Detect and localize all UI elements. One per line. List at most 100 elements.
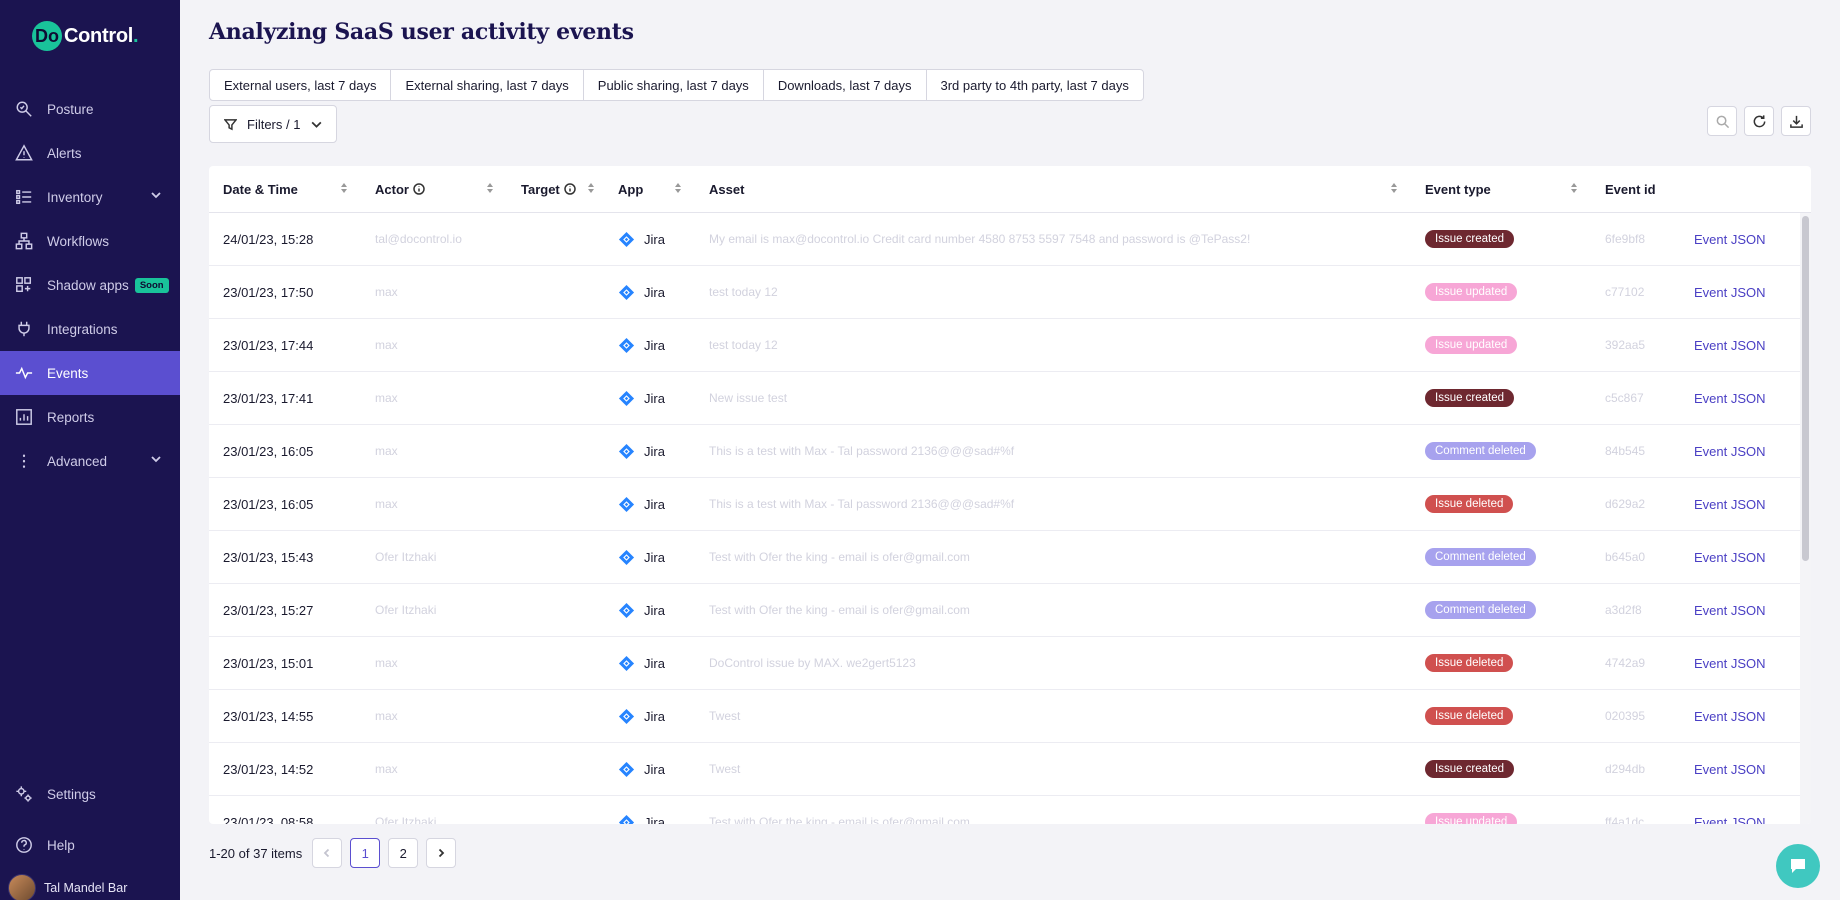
sidebar-item-shadow-apps[interactable]: Shadow apps Soon [0, 263, 180, 307]
column-header-app[interactable]: App [604, 166, 695, 212]
quick-tab-external-sharing[interactable]: External sharing, last 7 days [391, 70, 584, 100]
sidebar-item-integrations[interactable]: Integrations [0, 307, 180, 351]
table-row[interactable]: 23/01/23, 17:50 max Jira test today 12 Issue… [209, 266, 1811, 319]
column-header-asset[interactable]: Asset [695, 166, 1411, 212]
jira-icon [618, 443, 644, 460]
avatar [8, 874, 36, 900]
download-button[interactable] [1781, 106, 1811, 136]
event-json-link[interactable]: Event JSON [1694, 444, 1766, 459]
cell-asset: Twest [709, 762, 741, 776]
event-type-badge: Comment deleted [1425, 442, 1536, 460]
sidebar-item-workflows[interactable]: Workflows [0, 219, 180, 263]
event-json-link[interactable]: Event JSON [1694, 285, 1766, 300]
app-name: Jira [644, 602, 665, 618]
sidebar-item-reports[interactable]: Reports [0, 395, 180, 439]
sidebar-item-posture[interactable]: Posture [0, 87, 180, 131]
docontrol-logo[interactable]: Do Control . [32, 20, 139, 52]
cell-app: Jira [604, 761, 695, 778]
table-row[interactable]: 23/01/23, 15:27 Ofer Itzhaki Jira Test with… [209, 584, 1811, 637]
table-row[interactable]: 23/01/23, 08:58 Ofer Itzhaki Jira Test with… [209, 796, 1811, 824]
cell-event-id: ff4a1dc [1605, 815, 1645, 824]
cell-event-id: 84b545 [1605, 444, 1646, 458]
column-header-json [1680, 166, 1797, 212]
event-json-link[interactable]: Event JSON [1694, 497, 1766, 512]
sidebar-item-events[interactable]: Events [0, 351, 180, 395]
sidebar-item-advanced[interactable]: Advanced [0, 439, 180, 483]
filters-button[interactable]: Filters / 1 [209, 105, 337, 143]
sort-icon[interactable] [1391, 183, 1397, 193]
table-row[interactable]: 23/01/23, 17:41 max Jira New issue test Issu… [209, 372, 1811, 425]
next-page-button[interactable] [426, 838, 457, 868]
sidebar-help: Help [0, 823, 180, 867]
table-row[interactable]: 24/01/23, 15:28 tal@docontrol.io Jira My em… [209, 213, 1811, 266]
cell-event-type: Comment deleted [1411, 548, 1591, 566]
activity-icon [14, 363, 34, 383]
sidebar-item-inventory[interactable]: Inventory [0, 175, 180, 219]
event-json-link[interactable]: Event JSON [1694, 762, 1766, 777]
event-json-link[interactable]: Event JSON [1694, 709, 1766, 724]
bar-chart-icon [14, 407, 34, 427]
event-json-link[interactable]: Event JSON [1694, 391, 1766, 406]
table-row[interactable]: 23/01/23, 15:43 Ofer Itzhaki Jira Test with… [209, 531, 1811, 584]
refresh-button[interactable] [1744, 106, 1774, 136]
search-shield-icon [14, 99, 34, 119]
sort-icon[interactable] [341, 183, 347, 193]
sort-icon[interactable] [588, 183, 594, 193]
cell-app: Jira [604, 231, 695, 248]
sort-icon[interactable] [1571, 183, 1577, 193]
cell-date: 24/01/23, 15:28 [223, 231, 314, 247]
app-name: Jira [644, 443, 665, 459]
cell-asset: This is a test with Max - Tal password 2… [709, 497, 1015, 511]
cell-date: 23/01/23, 15:01 [223, 655, 314, 671]
cell-asset: My email is max@docontrol.io Credit card… [709, 232, 1251, 246]
prev-page-button[interactable] [312, 838, 343, 868]
event-json-link[interactable]: Event JSON [1694, 656, 1766, 671]
chevron-down-icon[interactable] [150, 189, 164, 203]
cell-event-type: Comment deleted [1411, 601, 1591, 619]
sort-icon[interactable] [675, 183, 681, 193]
cell-asset: New issue test [709, 391, 788, 405]
cell-actor: tal@docontrol.io [375, 232, 462, 246]
quick-tab-public-sharing[interactable]: Public sharing, last 7 days [584, 70, 764, 100]
sidebar-item-settings[interactable]: Settings [0, 772, 180, 816]
event-json-link[interactable]: Event JSON [1694, 815, 1766, 825]
info-icon[interactable] [413, 183, 425, 195]
table-body[interactable]: 24/01/23, 15:28 tal@docontrol.io Jira My em… [209, 213, 1811, 824]
app-name: Jira [644, 814, 665, 825]
quick-tab-external-users[interactable]: External users, last 7 days [210, 70, 392, 100]
column-header-date[interactable]: Date & Time [209, 166, 361, 212]
search-button[interactable] [1707, 106, 1737, 136]
table-row[interactable]: 23/01/23, 16:05 max Jira This is a test wit… [209, 478, 1811, 531]
table-row[interactable]: 23/01/23, 15:01 max Jira DoControl issue by… [209, 637, 1811, 690]
table-row[interactable]: 23/01/23, 17:44 max Jira test today 12 Issue… [209, 319, 1811, 372]
event-json-link[interactable]: Event JSON [1694, 550, 1766, 565]
chevron-down-icon[interactable] [150, 453, 164, 467]
jira-icon [618, 496, 644, 513]
page-button-1[interactable]: 1 [350, 838, 381, 868]
event-json-link[interactable]: Event JSON [1694, 338, 1766, 353]
column-header-actor[interactable]: Actor [361, 166, 507, 212]
table-row[interactable]: 23/01/23, 14:52 max Jira Twest Issue created… [209, 743, 1811, 796]
chat-support-button[interactable] [1776, 844, 1820, 888]
info-icon[interactable] [564, 183, 576, 195]
sort-icon[interactable] [487, 183, 493, 193]
user-profile[interactable]: Tal Mandel Bar [8, 874, 127, 900]
scrollbar-thumb[interactable] [1802, 216, 1809, 561]
cell-json: Event JSON [1680, 285, 1797, 300]
event-json-link[interactable]: Event JSON [1694, 603, 1766, 618]
event-type-badge: Issue created [1425, 389, 1515, 407]
column-header-event-id[interactable]: Event id [1591, 166, 1680, 212]
cell-asset: test today 12 [709, 285, 778, 299]
event-json-link[interactable]: Event JSON [1694, 232, 1766, 247]
sidebar-item-help[interactable]: Help [0, 823, 180, 867]
table-row[interactable]: 23/01/23, 14:55 max Jira Twest Issue deleted… [209, 690, 1811, 743]
cell-actor: max [375, 285, 398, 299]
quick-tab-3rd-party[interactable]: 3rd party to 4th party, last 7 days [927, 70, 1143, 100]
table-row[interactable]: 23/01/23, 16:05 max Jira This is a test wit… [209, 425, 1811, 478]
column-header-target[interactable]: Target [507, 166, 604, 212]
sidebar-item-alerts[interactable]: Alerts [0, 131, 180, 175]
cell-event-id: 6fe9bf8 [1605, 232, 1646, 246]
quick-tab-downloads[interactable]: Downloads, last 7 days [764, 70, 927, 100]
page-button-2[interactable]: 2 [388, 838, 419, 868]
column-header-event-type[interactable]: Event type [1411, 166, 1591, 212]
